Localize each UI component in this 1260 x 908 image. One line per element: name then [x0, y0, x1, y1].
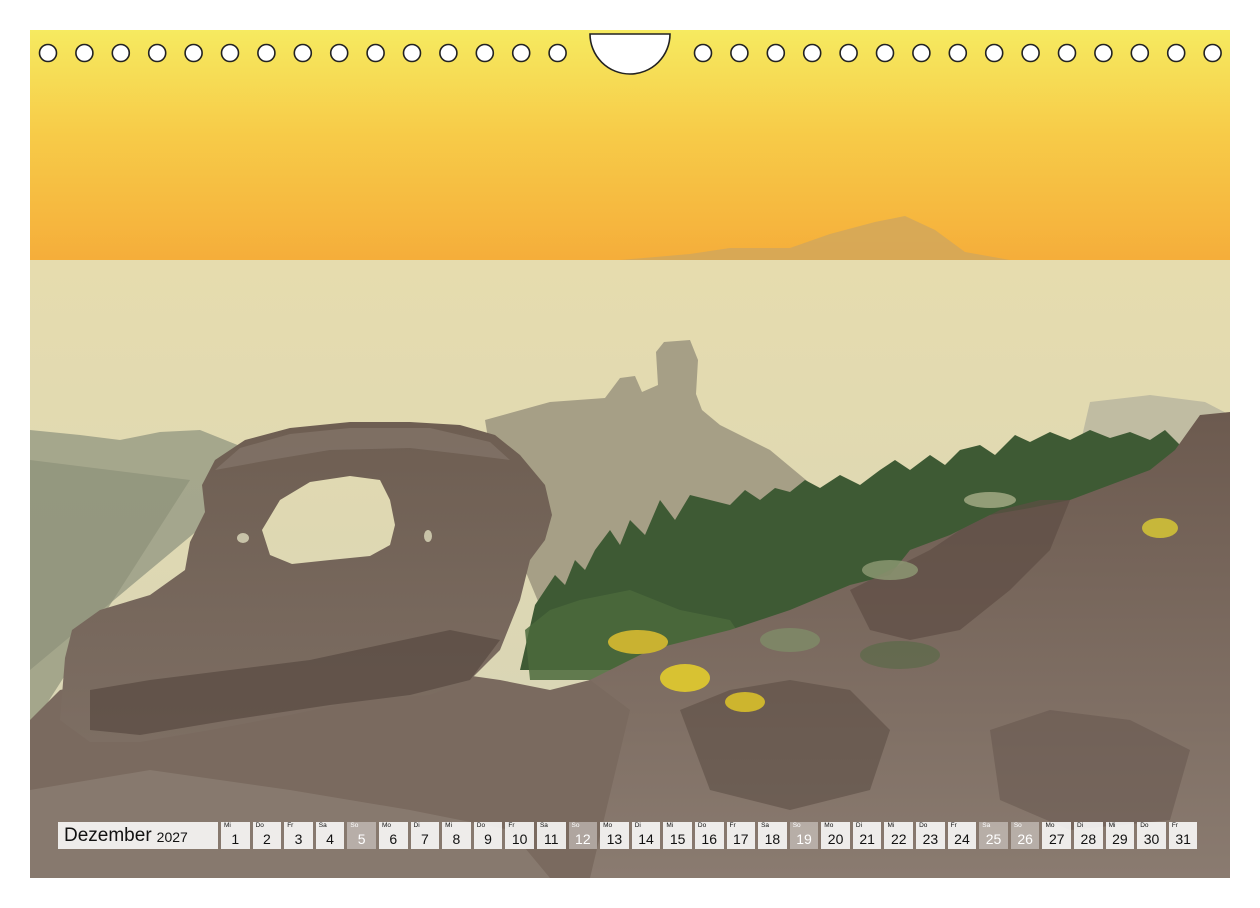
calendar-day: Mi 1 [221, 822, 250, 849]
weekday-abbr: Do [255, 822, 264, 829]
calendar-strip: Dezember 2027 Mi 1 Do 2 Fr 3 Sa 4 So 5 Mo 6 Di 7 Mi 8 Do… [58, 822, 1198, 849]
day-number: 20 [827, 831, 844, 847]
month-name: Dezember [64, 824, 152, 846]
calendar-day: So 26 [1010, 822, 1040, 849]
calendar-day: Di 7 [410, 822, 440, 849]
day-number: 14 [638, 831, 654, 847]
weekday-abbr: Sa [982, 822, 991, 829]
day-number: 12 [575, 831, 591, 847]
day-number: 26 [1017, 831, 1033, 847]
day-number: 10 [511, 831, 528, 847]
weekday-abbr: Mo [824, 822, 834, 829]
weekday-abbr: So [1013, 822, 1022, 829]
calendar-day: Sa 4 [315, 822, 345, 849]
day-number: 9 [484, 831, 492, 847]
weekday-abbr: Fr [508, 822, 515, 829]
calendar-day: Di 14 [631, 822, 661, 849]
day-number: 7 [420, 831, 429, 847]
calendar-day: Mo 6 [378, 822, 408, 849]
weekday-abbr: Mo [381, 822, 391, 829]
calendar-day: Mi 8 [442, 822, 471, 849]
day-number: 8 [452, 831, 461, 847]
weekday-abbr: Mi [224, 822, 231, 829]
calendar-day: So 12 [568, 822, 598, 849]
month-year: 2027 [156, 829, 188, 845]
calendar-day: Sa 11 [536, 822, 566, 849]
day-number: 27 [1048, 831, 1065, 847]
day-number: 31 [1175, 831, 1191, 847]
calendar-day: Do 2 [252, 822, 282, 849]
day-number: 22 [890, 831, 907, 847]
calendar-day: Fr 24 [947, 822, 977, 849]
day-number: 18 [764, 831, 781, 847]
calendar-day: Fr 17 [726, 822, 756, 849]
weekday-abbr: So [792, 822, 801, 829]
day-number: 4 [326, 831, 334, 847]
month-label: Dezember 2027 [58, 822, 218, 849]
calendar-day: Mi 22 [884, 822, 914, 849]
weekday-abbr: Sa [318, 822, 327, 829]
day-number: 13 [606, 831, 623, 847]
day-number: 19 [796, 831, 812, 847]
weekday-abbr: Di [413, 822, 420, 829]
day-number: 25 [985, 831, 1002, 847]
calendar-day: Mi 29 [1105, 822, 1135, 849]
weekday-abbr: Do [697, 822, 707, 829]
day-number: 1 [231, 831, 240, 847]
day-number: 30 [1143, 831, 1160, 847]
weekday-abbr: Sa [761, 822, 770, 829]
day-number: 29 [1112, 831, 1128, 847]
calendar-day: Fr 10 [505, 822, 534, 849]
weekday-abbr: Mo [1045, 822, 1055, 829]
weekday-abbr: Fr [287, 822, 294, 829]
weekday-abbr: Sa [539, 822, 548, 829]
day-number: 15 [669, 831, 686, 847]
weekday-abbr: So [350, 822, 359, 829]
day-number: 3 [294, 831, 303, 847]
weekday-abbr: Do [919, 822, 928, 829]
weekday-abbr: Do [1140, 822, 1149, 829]
calendar-day: Mo 13 [600, 822, 629, 849]
calendar-day: Do 30 [1137, 822, 1166, 849]
calendar-day: Do 23 [916, 822, 945, 849]
day-number: 5 [357, 831, 366, 847]
day-number: 2 [262, 831, 271, 847]
calendar-day: Do 9 [473, 822, 503, 849]
weekday-abbr: Mi [1108, 822, 1116, 829]
day-number: 23 [922, 831, 939, 847]
day-number: 24 [954, 831, 970, 847]
weekday-abbr: Di [855, 822, 863, 829]
calendar-day: Mo 27 [1042, 822, 1072, 849]
weekday-abbr: Mi [445, 822, 453, 829]
day-number: 28 [1080, 831, 1097, 847]
weekday-abbr: Di [634, 822, 641, 829]
weekday-abbr: Mo [603, 822, 613, 829]
day-number: 17 [733, 831, 749, 847]
calendar-day: Sa 18 [758, 822, 787, 849]
weekday-abbr: Fr [950, 822, 957, 829]
calendar-day: Fr 31 [1168, 822, 1198, 849]
calendar-day: So 19 [789, 822, 819, 849]
calendar-day: Mi 15 [663, 822, 692, 849]
weekday-abbr: Do [476, 822, 486, 829]
day-number: 16 [701, 831, 717, 847]
landscape-photo [30, 30, 1230, 878]
weekday-abbr: Di [1077, 822, 1084, 829]
weekday-abbr: So [571, 822, 580, 829]
weekday-abbr: Fr [1171, 822, 1178, 829]
day-number: 6 [389, 831, 398, 847]
day-number: 11 [543, 831, 559, 847]
calendar-day: Fr 3 [284, 822, 313, 849]
weekday-abbr: Fr [729, 822, 736, 829]
weekday-abbr: Mi [887, 822, 895, 829]
calendar-day: Do 16 [694, 822, 724, 849]
calendar-day: Di 21 [852, 822, 882, 849]
calendar-day: Di 28 [1074, 822, 1103, 849]
calendar-day: So 5 [347, 822, 376, 849]
weekday-abbr: Mi [666, 822, 674, 829]
calendar-day: Mo 20 [821, 822, 850, 849]
calendar-day: Sa 25 [979, 822, 1008, 849]
day-number: 21 [859, 831, 875, 847]
